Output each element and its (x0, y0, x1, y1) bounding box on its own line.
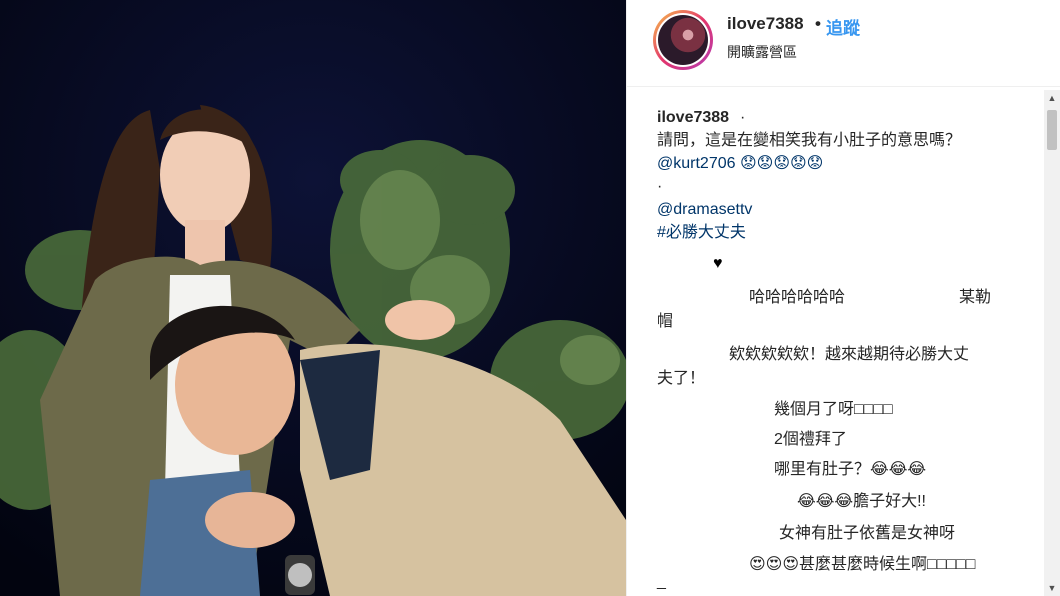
caption-dot: · (657, 178, 663, 195)
comment-text: 夫了！ (657, 370, 706, 387)
caption-text-line: 請問，這是在變相笑我有小肚子的意思嗎？ (657, 132, 962, 149)
follow-button[interactable]: 追蹤 (826, 14, 860, 39)
comment-text: _ (657, 573, 666, 590)
comment-text: 😂😂😂膽子好大!! (797, 493, 926, 510)
caption-hashtag[interactable]: #必勝大丈夫 (657, 221, 746, 244)
scrollbar-thumb[interactable] (1047, 110, 1057, 150)
header-separator: • (815, 14, 821, 33)
heart-icon: ♥ (713, 255, 723, 272)
caption-mention-dramasettv[interactable]: @dramasettv (657, 198, 752, 221)
comments-list[interactable]: ilove7388 · 請問，這是在變相笑我有小肚子的意思嗎？ @kurt270… (627, 100, 1043, 596)
comment-text: 帽 (657, 313, 674, 330)
avatar-ring (656, 13, 710, 67)
comment-text: 欸欸欸欸欸！越來越期待必勝大丈 (729, 346, 970, 363)
caption-mention-kurt[interactable]: @kurt2706 😟😟😟😟😟 (657, 152, 823, 175)
location-link[interactable]: 開曠露營區 (727, 42, 797, 62)
scroll-up-icon[interactable]: ▲ (1044, 90, 1060, 106)
comment-text: 某勒 (959, 289, 992, 306)
comment-text: 2個禮拜了 (774, 431, 847, 448)
comment-text: 😍😍😍甚麼甚麼時候生啊□□□□□ (749, 556, 976, 573)
caption-username[interactable]: ilove7388 (657, 106, 729, 129)
comment-text: 哪里有肚子？😂😂😂 (774, 461, 927, 478)
avatar-image (658, 15, 708, 65)
caption-user-suffix: · (740, 109, 746, 126)
comment-text: 哈哈哈哈哈哈 (749, 289, 846, 306)
post-photo[interactable] (0, 0, 626, 596)
avatar[interactable] (653, 10, 713, 70)
comment-text: 女神有肚子依舊是女神呀 (779, 525, 956, 542)
header-username[interactable]: ilove7388 (727, 14, 804, 34)
comment-text: 幾個月了呀□□□□ (774, 401, 893, 418)
scroll-down-icon[interactable]: ▼ (1044, 580, 1060, 596)
post-header: ilove7388 • 追蹤 開曠露營區 (627, 0, 1060, 87)
comments-scrollbar[interactable]: ▲ ▼ (1044, 90, 1060, 596)
photo-illustration (0, 0, 626, 596)
post-side-panel: ilove7388 • 追蹤 開曠露營區 ilove7388 · 請問，這是在變… (626, 0, 1060, 596)
